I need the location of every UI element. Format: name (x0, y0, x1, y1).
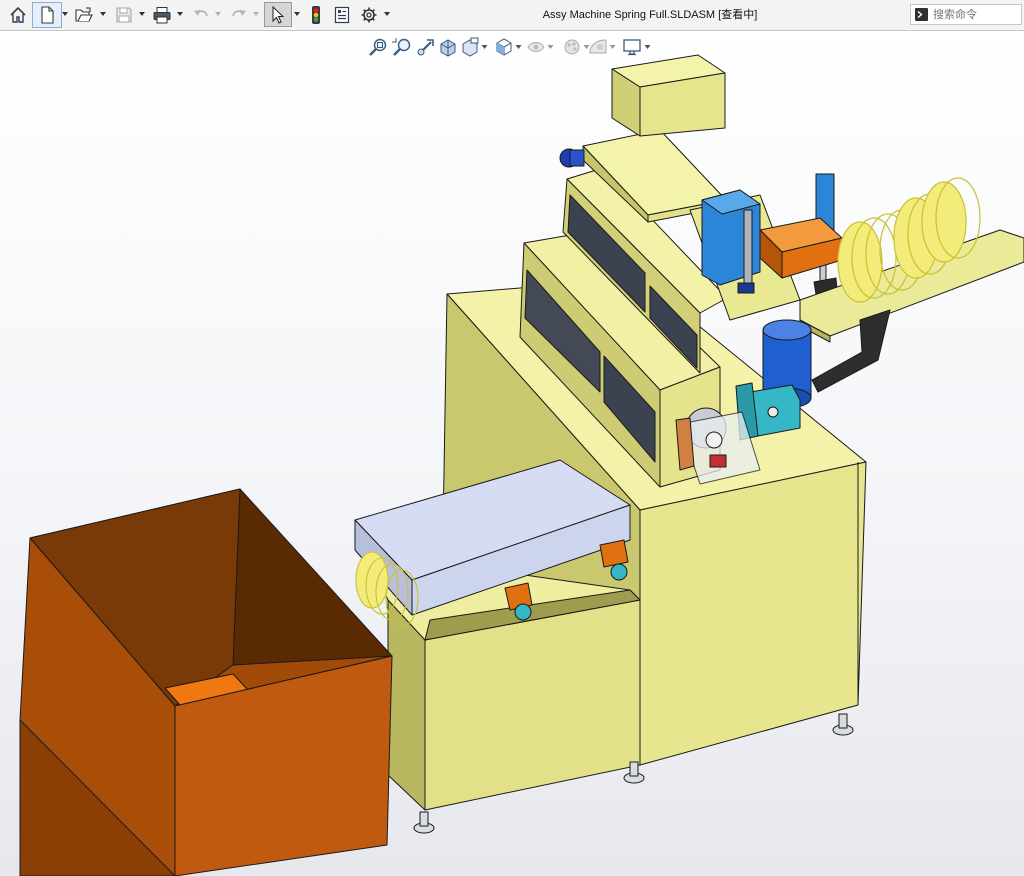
search-input[interactable] (933, 6, 1019, 23)
top-toolbar: Assy Machine Spring Full.SLDASM [查看中] (0, 0, 1024, 31)
select-button[interactable] (264, 2, 292, 27)
save-icon (116, 7, 132, 23)
home-icon (10, 6, 26, 23)
assembly-model[interactable] (0, 31, 1024, 876)
redo-button[interactable] (227, 3, 251, 27)
chevron-down-icon[interactable] (61, 9, 69, 19)
home-button[interactable] (6, 3, 30, 27)
open-folder-icon (75, 7, 93, 22)
rebuild-button[interactable] (306, 3, 326, 27)
chevron-down-icon[interactable] (383, 9, 391, 19)
chevron-down-icon[interactable] (214, 9, 222, 19)
file-properties-icon (334, 6, 350, 24)
command-prompt-icon (915, 8, 928, 21)
drive-motor-small (559, 148, 585, 168)
file-properties-button[interactable] (331, 3, 353, 27)
rebuild-traffic-light-icon (312, 6, 320, 24)
search-box[interactable] (910, 4, 1022, 25)
collection-bin (19, 488, 393, 876)
new-document-button[interactable] (32, 2, 62, 28)
chevron-down-icon[interactable] (293, 9, 301, 19)
redo-icon (232, 10, 246, 17)
chevron-down-icon[interactable] (138, 9, 146, 19)
save-button[interactable] (112, 3, 136, 27)
chevron-down-icon[interactable] (99, 9, 107, 19)
print-icon (153, 7, 171, 24)
new-document-icon (41, 6, 54, 24)
chevron-down-icon[interactable] (252, 9, 260, 19)
undo-icon (194, 10, 208, 17)
air-cylinder (701, 189, 761, 294)
select-cursor-icon (272, 5, 285, 24)
graphics-area[interactable] (0, 31, 1024, 876)
chevron-down-icon[interactable] (176, 9, 184, 19)
undo-button[interactable] (189, 3, 213, 27)
gear-icon (361, 7, 377, 23)
options-button[interactable] (358, 3, 380, 27)
document-title: Assy Machine Spring Full.SLDASM [查看中] (542, 9, 758, 21)
open-button[interactable] (72, 3, 96, 27)
print-button[interactable] (150, 3, 174, 27)
control-box (611, 54, 726, 137)
